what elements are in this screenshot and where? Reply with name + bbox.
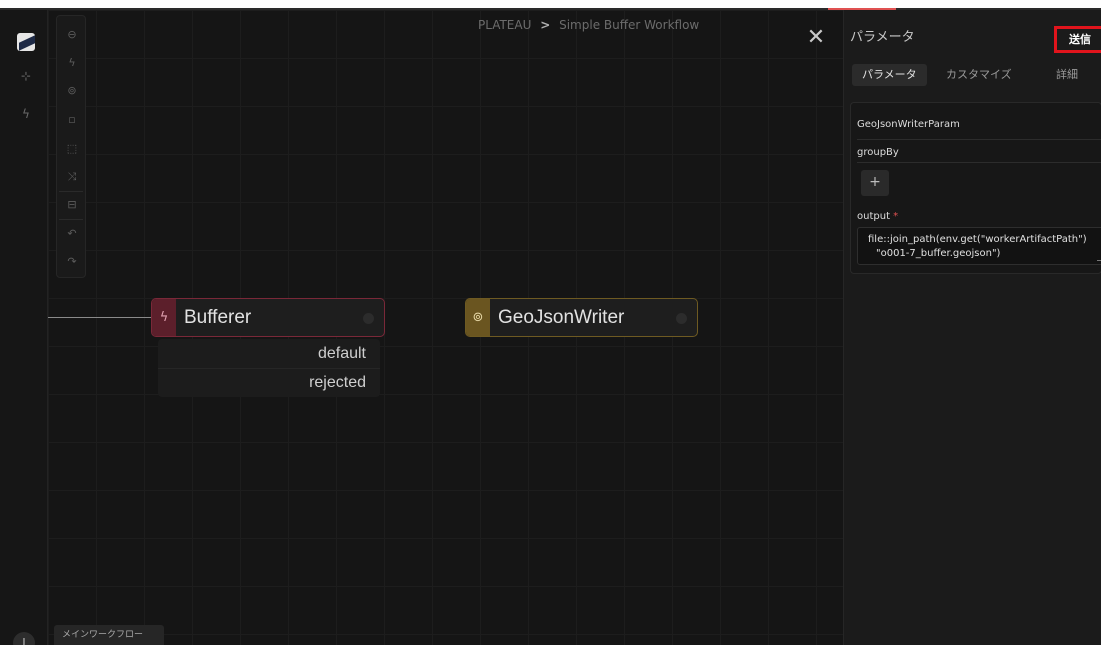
toolbar-divider xyxy=(59,219,83,220)
user-avatar[interactable]: J xyxy=(13,632,35,645)
writer-icon[interactable]: ⊚ xyxy=(63,82,81,100)
layer-tree-icon[interactable]: ⊹ xyxy=(18,68,34,84)
output-field[interactable]: file::join_path(env.get("workerArtifactP… xyxy=(857,227,1101,265)
parameter-form: GeoJsonWriterParam groupBy + output * fi… xyxy=(850,102,1101,274)
breadcrumb-project[interactable]: PLATEAU xyxy=(478,18,531,32)
reearth-logo-icon[interactable] xyxy=(17,33,35,51)
reader-icon[interactable]: ⊖ xyxy=(63,26,81,44)
schema-title: GeoJsonWriterParam xyxy=(857,119,960,130)
close-icon[interactable]: ✕ xyxy=(806,27,826,49)
bufferer-ports: default rejected xyxy=(158,339,380,397)
tab-customize[interactable]: カスタマイズ xyxy=(936,64,1022,86)
lightning-icon[interactable]: ϟ xyxy=(18,106,34,122)
port-divider xyxy=(158,368,380,369)
breadcrumb: PLATEAU > Simple Buffer Workflow xyxy=(478,18,699,32)
bufferer-node-label: Bufferer xyxy=(184,306,252,328)
incoming-edge[interactable] xyxy=(48,317,151,318)
resize-handle[interactable] xyxy=(1097,255,1101,261)
workflow-canvas[interactable]: ⊖ ϟ ⊚ ▫ ⬚ ⤨ ⊟ ↶ ↷ PLATEAU > Simple Buffe… xyxy=(48,10,843,645)
output-value-line1: file::join_path(env.get("workerArtifactP… xyxy=(868,234,1087,245)
bufferer-node[interactable]: ϟ Bufferer xyxy=(151,298,385,337)
app-sidebar: ⊹ ϟ J xyxy=(0,10,48,645)
layout-icon[interactable]: ⊟ xyxy=(63,196,81,214)
port-default[interactable]: default xyxy=(318,345,366,363)
parameter-panel: パラメータ 送信 パラメータ カスタマイズ 詳細 GeoJsonWriterPa… xyxy=(843,10,1101,645)
add-group-by-button[interactable]: + xyxy=(861,170,889,196)
output-label: output * xyxy=(857,211,898,222)
output-value-line2: "o001-7_buffer.geojson") xyxy=(876,248,1001,259)
form-divider xyxy=(857,139,1101,140)
batch-icon[interactable]: ⬚ xyxy=(63,140,81,158)
port-rejected[interactable]: rejected xyxy=(309,374,366,392)
redo-icon[interactable]: ↷ xyxy=(63,253,81,271)
required-mark: * xyxy=(893,211,899,222)
form-divider xyxy=(857,162,1101,163)
node-status-dot xyxy=(363,313,374,324)
app-root: ⊹ ϟ J ⊖ ϟ ⊚ ▫ ⬚ ⤨ ⊟ ↶ ↷ PLATEAU > Simple… xyxy=(0,0,1101,645)
group-by-label: groupBy xyxy=(857,147,899,158)
geojson-writer-node[interactable]: ⊚ GeoJsonWriter xyxy=(465,298,698,337)
canvas-toolbar: ⊖ ϟ ⊚ ▫ ⬚ ⤨ ⊟ ↶ ↷ xyxy=(56,15,86,278)
transformer-icon[interactable]: ϟ xyxy=(63,54,81,72)
panel-title: パラメータ xyxy=(850,30,915,45)
panel-tabs: パラメータ カスタマイズ 詳細 xyxy=(852,64,1101,88)
lightning-icon: ϟ xyxy=(152,299,176,336)
node-status-dot xyxy=(676,313,687,324)
disc-icon: ⊚ xyxy=(466,299,490,336)
breadcrumb-separator: > xyxy=(540,18,551,32)
undo-icon[interactable]: ↶ xyxy=(63,225,81,243)
subworkflow-icon[interactable]: ⤨ xyxy=(63,168,81,186)
tab-details[interactable]: 詳細 xyxy=(1046,64,1088,86)
geojson-writer-node-label: GeoJsonWriter xyxy=(498,306,625,328)
note-icon[interactable]: ▫ xyxy=(63,111,81,129)
submit-button[interactable]: 送信 xyxy=(1054,26,1101,53)
output-label-text: output xyxy=(857,211,890,222)
workflow-tab-main[interactable]: メインワークフロー xyxy=(54,625,164,645)
tab-parameters[interactable]: パラメータ xyxy=(852,64,927,86)
breadcrumb-workflow: Simple Buffer Workflow xyxy=(559,18,700,32)
toolbar-divider xyxy=(59,191,83,192)
